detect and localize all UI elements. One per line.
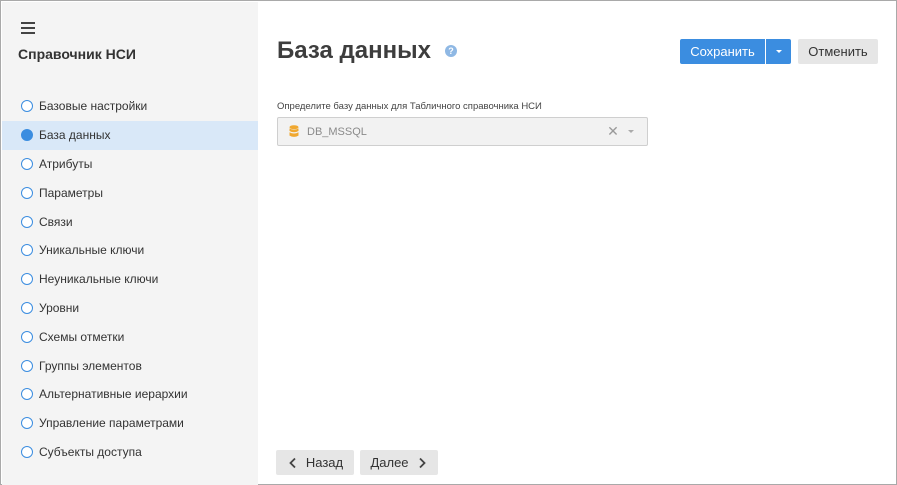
app-title: Справочник НСИ bbox=[18, 46, 136, 62]
sidebar-item-label: Субъекты доступа bbox=[39, 444, 142, 459]
radio-icon bbox=[21, 100, 33, 113]
sidebar-item-access-subjects[interactable]: Субъекты доступа bbox=[2, 438, 258, 467]
window-frame: Справочник НСИ Базовые настройки База да… bbox=[0, 0, 897, 485]
sidebar-item-label: Связи bbox=[39, 214, 73, 229]
back-button[interactable]: Назад bbox=[276, 450, 354, 475]
sidebar-item-unique-keys[interactable]: Уникальные ключи bbox=[2, 236, 258, 265]
sidebar-item-attributes[interactable]: Атрибуты bbox=[2, 150, 258, 179]
radio-icon bbox=[21, 244, 33, 257]
radio-icon bbox=[21, 388, 33, 401]
sidebar-item-levels[interactable]: Уровни bbox=[2, 294, 258, 323]
radio-icon bbox=[21, 273, 33, 286]
sidebar-item-label: База данных bbox=[39, 128, 111, 143]
sidebar-item-alt-hierarchies[interactable]: Альтернативные иерархии bbox=[2, 380, 258, 409]
next-button[interactable]: Далее bbox=[360, 450, 438, 475]
sidebar-item-label: Группы элементов bbox=[39, 358, 142, 373]
sidebar: Справочник НСИ Базовые настройки База да… bbox=[2, 2, 258, 485]
sidebar-item-label: Атрибуты bbox=[39, 156, 93, 171]
sidebar-item-parameters[interactable]: Параметры bbox=[2, 178, 258, 207]
sidebar-item-label: Управление параметрами bbox=[39, 416, 184, 431]
radio-icon bbox=[21, 157, 33, 170]
chevron-left-icon bbox=[289, 457, 296, 468]
radio-icon bbox=[21, 445, 33, 458]
sidebar-item-links[interactable]: Связи bbox=[2, 207, 258, 236]
chevron-right-icon bbox=[418, 457, 426, 468]
sidebar-nav: Базовые настройки База данных Атрибуты П… bbox=[2, 92, 258, 466]
save-button[interactable]: Сохранить bbox=[680, 39, 765, 64]
sidebar-item-label: Альтернативные иерархии bbox=[39, 387, 188, 402]
sidebar-item-label: Неуникальные ключи bbox=[39, 272, 159, 287]
sidebar-item-base-settings[interactable]: Базовые настройки bbox=[2, 92, 258, 121]
sidebar-item-marking-schemes[interactable]: Схемы отметки bbox=[2, 322, 258, 351]
sidebar-item-database[interactable]: База данных bbox=[2, 120, 258, 150]
sidebar-item-label: Уровни bbox=[39, 300, 80, 315]
clear-icon[interactable]: ✕ bbox=[607, 123, 619, 139]
radio-icon bbox=[21, 330, 33, 343]
hamburger-menu-icon[interactable] bbox=[21, 22, 35, 34]
save-dropdown-button[interactable] bbox=[766, 39, 791, 64]
sidebar-item-element-groups[interactable]: Группы элементов bbox=[2, 351, 258, 380]
database-field-label: Определите базу данных для Табличного сп… bbox=[277, 101, 542, 112]
sidebar-item-label: Базовые настройки bbox=[39, 99, 148, 114]
help-icon[interactable]: ? bbox=[445, 45, 457, 57]
sidebar-item-nonunique-keys[interactable]: Неуникальные ключи bbox=[2, 265, 258, 294]
sidebar-item-label: Уникальные ключи bbox=[39, 243, 145, 258]
database-select[interactable]: DB_MSSQL ✕ bbox=[277, 117, 648, 146]
next-button-label: Далее bbox=[370, 455, 409, 470]
radio-icon bbox=[21, 417, 33, 430]
cancel-button[interactable]: Отменить bbox=[798, 39, 878, 64]
chevron-down-icon[interactable] bbox=[628, 130, 634, 133]
radio-icon bbox=[21, 215, 33, 228]
sidebar-item-label: Параметры bbox=[39, 185, 103, 200]
database-select-value: DB_MSSQL bbox=[307, 126, 367, 138]
main-panel: База данных ? Сохранить Отменить Определ… bbox=[258, 2, 897, 485]
back-button-label: Назад bbox=[305, 455, 344, 470]
radio-icon bbox=[21, 186, 33, 199]
database-icon bbox=[289, 125, 299, 137]
page-title: База данных bbox=[277, 37, 431, 64]
sidebar-item-parameter-management[interactable]: Управление параметрами bbox=[2, 409, 258, 438]
radio-selected-icon bbox=[21, 129, 33, 142]
radio-icon bbox=[21, 301, 33, 314]
radio-icon bbox=[21, 359, 33, 372]
sidebar-item-label: Схемы отметки bbox=[39, 329, 125, 344]
